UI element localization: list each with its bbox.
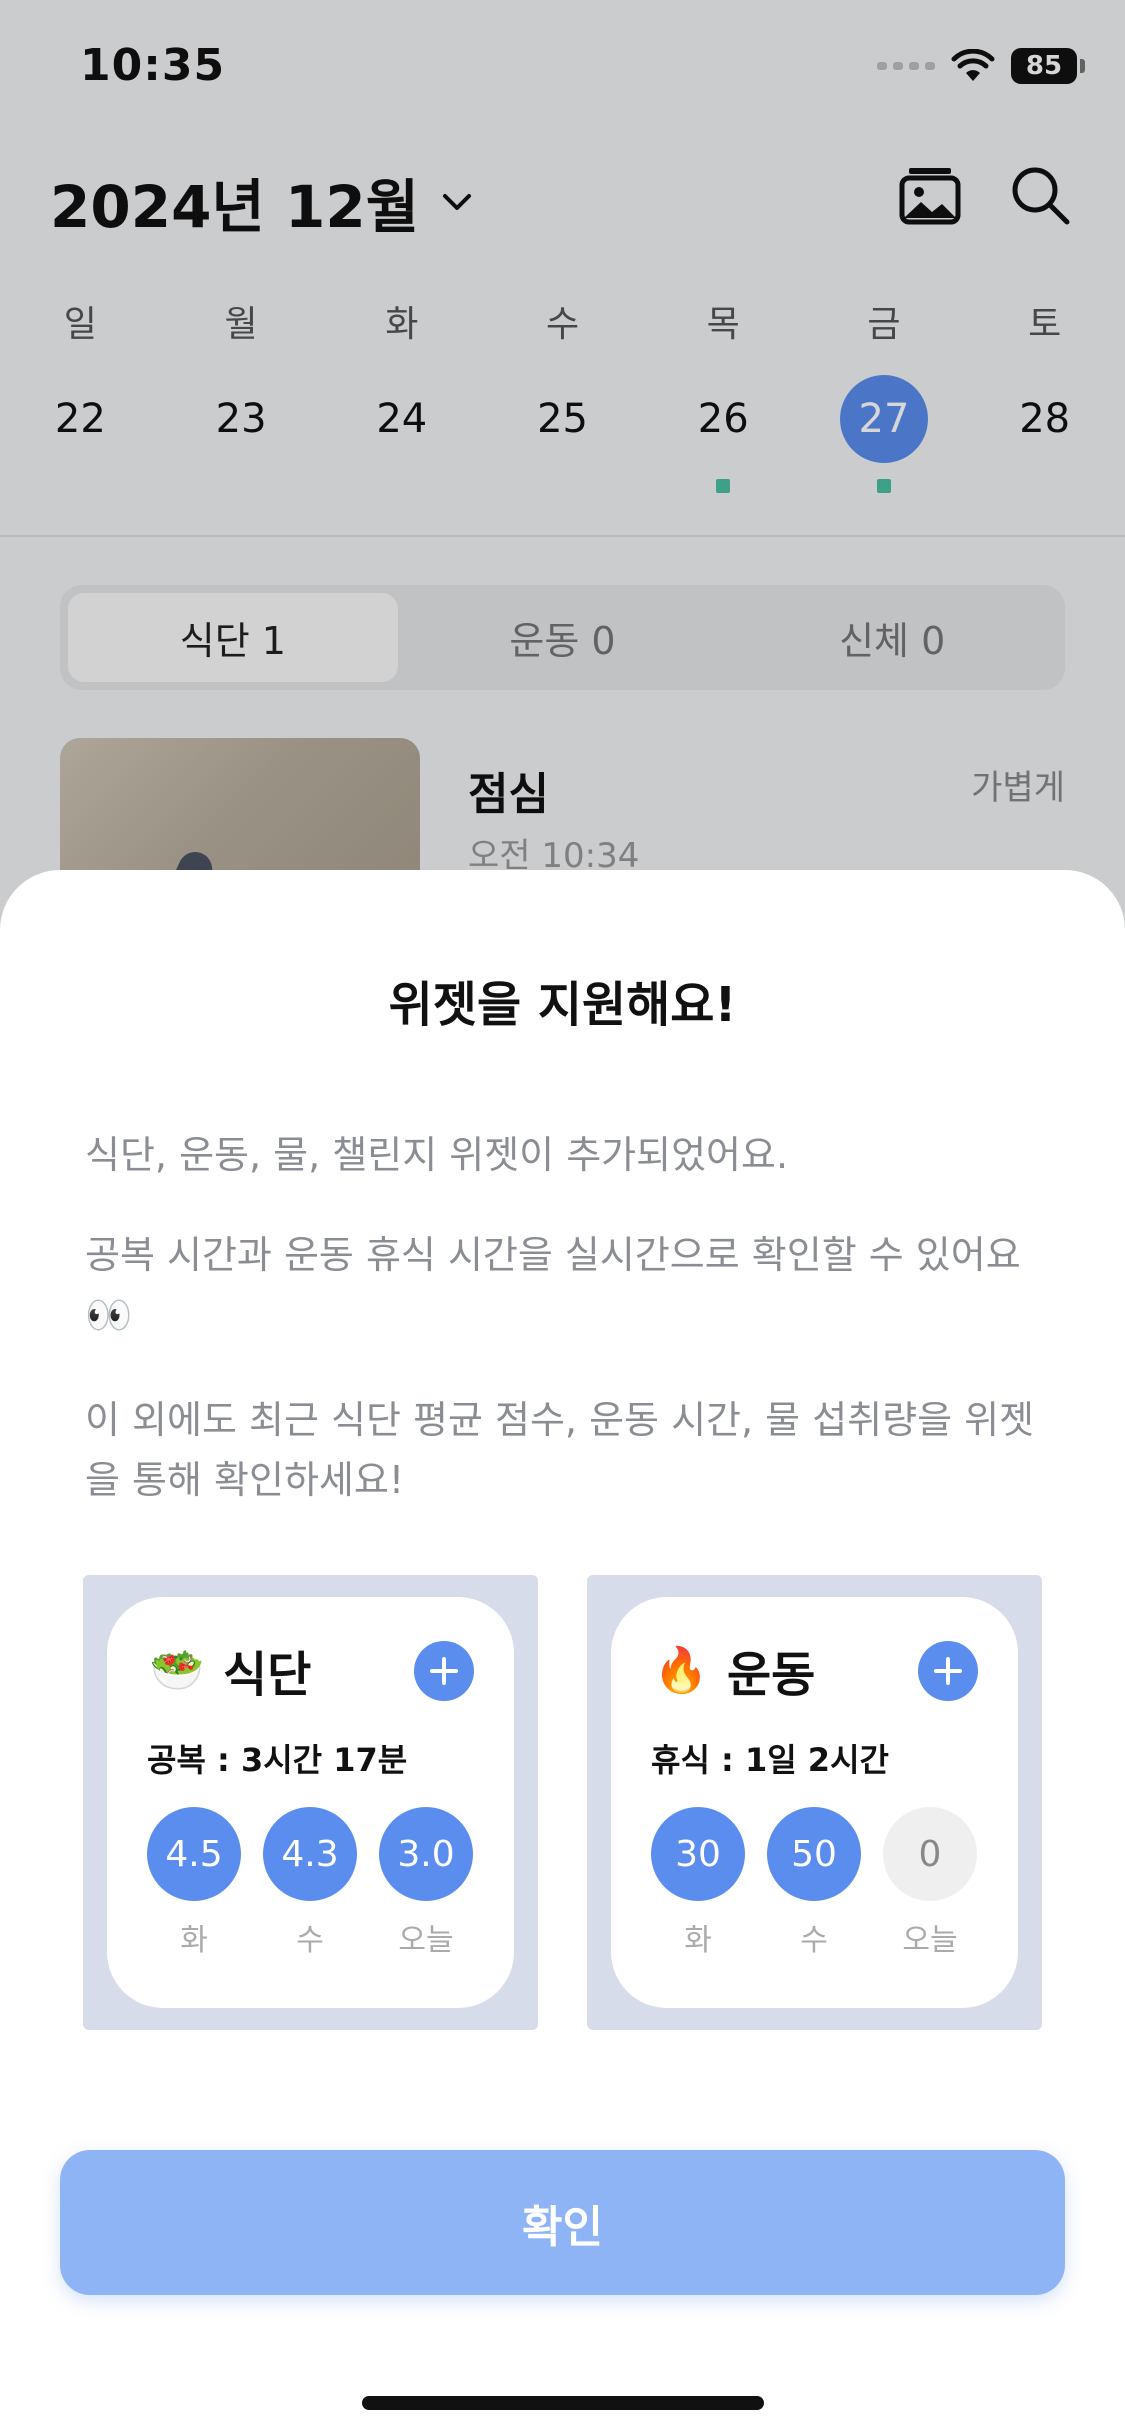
minute-value: 0: [883, 1807, 977, 1901]
meal-widget-preview: 🥗 식단 공복 : 3시간 17분 4.5 화 4.3 수 3.0 오늘: [83, 1575, 538, 2030]
score-item: 4.5 화: [147, 1807, 241, 1959]
home-indicator: [362, 2396, 764, 2410]
score-item: 3.0 오늘: [379, 1807, 473, 1959]
widget-title: 운동: [727, 1647, 816, 1703]
minute-value: 30: [651, 1807, 745, 1901]
widget-title: 식단: [223, 1647, 312, 1703]
widget-announcement-sheet: 위젯을 지원해요! 식단, 운동, 물, 챌린지 위젯이 추가되었어요. 공복 …: [0, 870, 1125, 2436]
minute-value: 50: [767, 1807, 861, 1901]
score-item: 4.3 수: [263, 1807, 357, 1959]
sheet-paragraph: 이 외에도 최근 식단 평균 점수, 운동 시간, 물 섭취량을 위젯을 통해 …: [85, 1398, 1035, 1502]
day-label: 화: [180, 1923, 208, 1958]
sheet-title: 위젯을 지원해요!: [388, 977, 737, 1033]
minute-item: 0 오늘: [883, 1807, 977, 1959]
minute-item: 30 화: [651, 1807, 745, 1959]
day-label: 오늘: [902, 1923, 958, 1958]
confirm-button[interactable]: 확인: [60, 2150, 1065, 2295]
add-icon: [414, 1641, 474, 1701]
day-label: 화: [684, 1923, 712, 1958]
day-label: 수: [800, 1923, 828, 1958]
day-label: 수: [296, 1923, 324, 1958]
widget-card: 🔥 운동 휴식 : 1일 2시간 30 화 50 수 0 오늘: [611, 1597, 1018, 2008]
sheet-paragraph: 공복 시간과 운동 휴식 시간을 실시간으로 확인할 수 있어요 👀: [85, 1233, 1021, 1337]
rest-time: 휴식 : 1일 2시간: [651, 1741, 889, 1779]
fasting-time: 공복 : 3시간 17분: [147, 1741, 408, 1779]
exercise-widget-preview: 🔥 운동 휴식 : 1일 2시간 30 화 50 수 0 오늘: [587, 1575, 1042, 2030]
add-icon: [918, 1641, 978, 1701]
sheet-paragraph: 식단, 운동, 물, 챌린지 위젯이 추가되었어요.: [85, 1133, 789, 1177]
minute-item: 50 수: [767, 1807, 861, 1959]
salad-icon: 🥗: [149, 1645, 205, 1696]
score-circles: 4.5 화 4.3 수 3.0 오늘: [147, 1807, 473, 1959]
fire-icon: 🔥: [653, 1645, 709, 1696]
widget-header: 🔥 운동: [653, 1635, 816, 1705]
score-value: 4.5: [147, 1807, 241, 1901]
minute-circles: 30 화 50 수 0 오늘: [651, 1807, 977, 1959]
score-value: 3.0: [379, 1807, 473, 1901]
day-label: 오늘: [398, 1923, 454, 1958]
widget-card: 🥗 식단 공복 : 3시간 17분 4.5 화 4.3 수 3.0 오늘: [107, 1597, 514, 2008]
score-value: 4.3: [263, 1807, 357, 1901]
widget-header: 🥗 식단: [149, 1635, 312, 1705]
